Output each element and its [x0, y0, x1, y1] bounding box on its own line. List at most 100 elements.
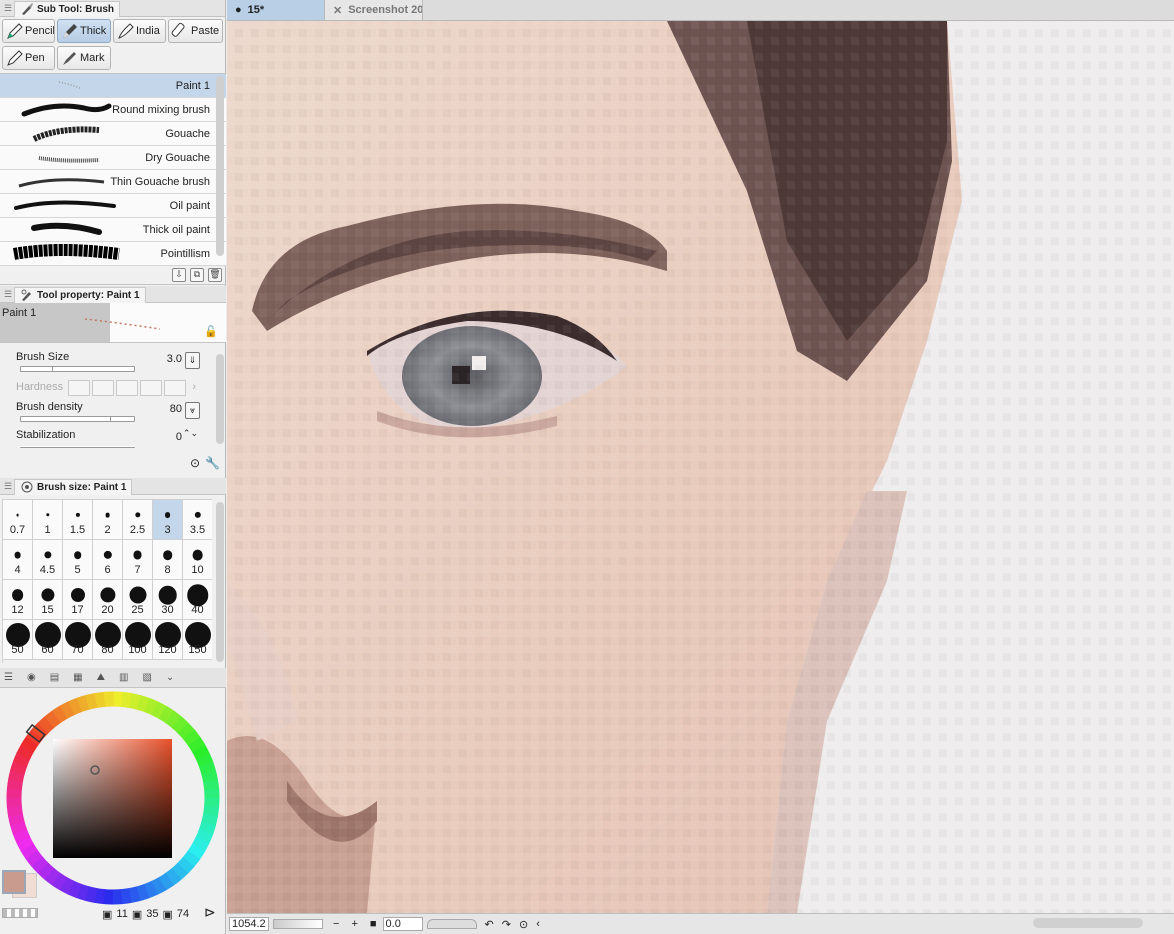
hue-segment[interactable] — [150, 877, 167, 895]
hue-segment[interactable] — [12, 752, 31, 767]
color-set-tab-icon[interactable]: ▦ — [73, 672, 82, 683]
stabilization-slider[interactable] — [20, 446, 135, 448]
hue-segment[interactable] — [143, 880, 159, 899]
hue-segment[interactable] — [7, 813, 25, 826]
hue-segment[interactable] — [10, 760, 28, 775]
subtool-thick-button[interactable]: Thick — [57, 19, 111, 43]
hue-segment[interactable] — [182, 850, 201, 868]
hue-segment[interactable] — [6, 805, 23, 817]
hue-segment[interactable] — [203, 779, 220, 791]
hue-segment[interactable] — [135, 883, 150, 902]
hue-segment[interactable] — [157, 872, 175, 891]
rotate-right-icon[interactable]: ↷ — [502, 918, 511, 931]
hue-segment[interactable] — [67, 880, 82, 899]
brush-size-cell[interactable]: 7 — [123, 540, 153, 580]
hue-segment[interactable] — [198, 821, 216, 836]
hue-segment[interactable] — [16, 743, 35, 760]
hue-segment[interactable] — [144, 697, 159, 716]
hue-segment[interactable] — [37, 862, 55, 880]
hue-segment[interactable] — [171, 862, 189, 881]
hue-segment[interactable] — [164, 868, 182, 886]
hue-segment[interactable] — [37, 715, 55, 734]
brush-size-slider[interactable] — [20, 366, 135, 372]
approximate-color-tab-icon[interactable]: ▥ — [119, 672, 128, 683]
hue-segment[interactable] — [51, 872, 68, 891]
hue-segment[interactable] — [43, 867, 61, 886]
fit-icon[interactable]: ■ — [370, 918, 377, 930]
hue-segment[interactable] — [25, 849, 43, 867]
duplicate-icon[interactable]: ⧉ — [190, 267, 204, 282]
trash-icon[interactable]: 🗑 — [208, 267, 222, 282]
hue-segment[interactable] — [12, 828, 31, 844]
hue-segment[interactable] — [44, 710, 62, 728]
hue-segment[interactable] — [16, 835, 34, 852]
brush-size-cell[interactable]: 25 — [123, 580, 153, 620]
hue-segment[interactable] — [192, 744, 210, 761]
hue-segment[interactable] — [59, 701, 76, 719]
color-slider-tab-icon[interactable]: ▤ — [50, 672, 59, 683]
hue-segment[interactable] — [58, 876, 75, 895]
brush-list-item[interactable]: Paint 1 — [0, 74, 226, 98]
subtool-pastel-button[interactable]: Paste — [168, 19, 223, 43]
brush-size-cell[interactable]: 100 — [123, 620, 153, 660]
hue-segment[interactable] — [195, 752, 214, 768]
hue-segment[interactable] — [158, 705, 175, 724]
pixelated-face-image[interactable] — [227, 21, 1174, 913]
brush-size-cell[interactable]: 30 — [153, 580, 183, 620]
brush-size-scrollbar[interactable] — [216, 502, 224, 662]
hue-segment[interactable] — [93, 887, 106, 905]
brush-size-cell[interactable]: 1 — [33, 500, 63, 540]
close-icon[interactable]: ✕ — [333, 4, 342, 17]
panel-menu-icon[interactable]: ☰ — [4, 286, 14, 303]
hue-segment[interactable] — [75, 883, 90, 901]
scroll-left-icon[interactable]: ‹ — [536, 918, 540, 930]
hue-segment[interactable] — [85, 692, 98, 710]
subtool-india-button[interactable]: India — [113, 19, 166, 43]
brush-size-cell[interactable]: 3 — [153, 500, 183, 540]
hue-segment[interactable] — [151, 701, 168, 720]
brush-list-item[interactable]: Round mixing brush — [0, 98, 226, 122]
panel-menu-icon[interactable]: ☰ — [4, 478, 14, 495]
panel-menu-icon[interactable]: ☰ — [4, 672, 13, 683]
reset-icon[interactable]: ⊙ — [190, 456, 200, 470]
brush-size-cell[interactable]: 80 — [93, 620, 123, 660]
brush-size-cell[interactable]: 3.5 — [183, 500, 212, 540]
brush-size-cell[interactable]: 8 — [153, 540, 183, 580]
wrench-icon[interactable]: 🔧 — [205, 456, 220, 470]
hue-segment[interactable] — [177, 722, 196, 740]
color-mode-toggle-icon[interactable]: ⊳ — [204, 904, 216, 921]
brush-density-slider[interactable] — [20, 416, 135, 422]
brush-size-cell[interactable]: 40 — [183, 580, 212, 620]
brush-size-cell[interactable]: 120 — [153, 620, 183, 660]
brush-size-cell[interactable]: 12 — [3, 580, 33, 620]
hue-segment[interactable] — [20, 842, 39, 860]
brush-list-item[interactable]: Thin Gouache brush — [0, 170, 226, 194]
hue-segment[interactable] — [128, 693, 142, 710]
subtool-tab[interactable]: Sub Tool: Brush — [14, 0, 121, 17]
subtool-pen-button[interactable]: Pen — [2, 46, 55, 70]
document-tab-15[interactable]: ● 15* — [227, 0, 325, 20]
hue-segment[interactable] — [177, 856, 195, 874]
zoom-field[interactable]: 1054.2 — [229, 917, 269, 931]
zoom-out-icon[interactable]: − — [333, 918, 339, 930]
brush-size-cell[interactable]: 15 — [33, 580, 63, 620]
brush-list-item[interactable]: Dry Gouache — [0, 146, 226, 170]
hue-segment[interactable] — [9, 820, 28, 835]
hue-segment[interactable] — [120, 691, 133, 709]
brush-size-cell[interactable]: 20 — [93, 580, 123, 620]
canvas-artwork[interactable] — [227, 21, 1174, 913]
brush-list-item[interactable]: Oil paint — [0, 194, 226, 218]
brush-size-cell[interactable]: 4 — [3, 540, 33, 580]
hue-segment[interactable] — [195, 829, 214, 844]
hue-segment[interactable] — [30, 856, 49, 874]
document-tab-screenshot[interactable]: ✕ Screenshot 20 — [325, 0, 423, 20]
subtool-marker-button[interactable]: Mark — [57, 46, 111, 70]
main-color-swatch[interactable] — [2, 870, 26, 894]
reset-rotation-icon[interactable]: ⊙ — [519, 918, 528, 931]
tool-property-scrollbar[interactable] — [216, 354, 224, 444]
angle-slider[interactable] — [426, 919, 477, 929]
hue-segment[interactable] — [8, 769, 25, 783]
hue-segment[interactable] — [6, 778, 24, 791]
hue-segment[interactable] — [198, 761, 217, 776]
panel-menu-icon[interactable]: ☰ — [4, 0, 14, 17]
